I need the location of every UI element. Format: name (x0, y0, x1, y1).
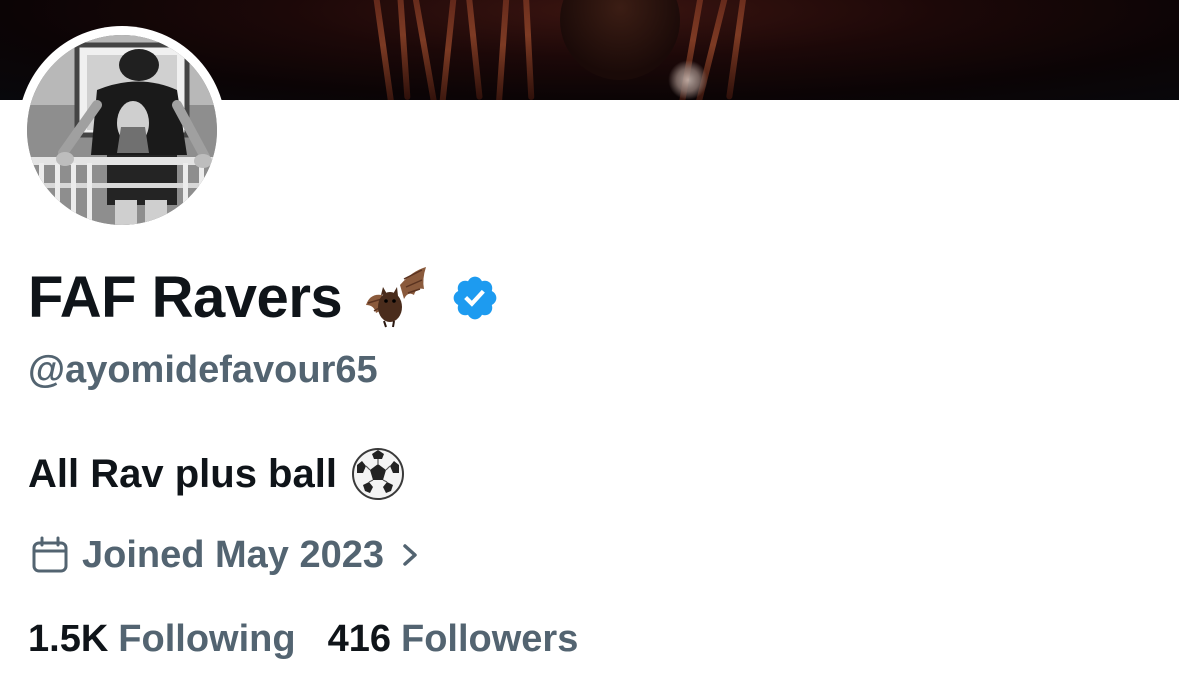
join-date[interactable]: Joined May 2023 (30, 530, 422, 580)
followers-link[interactable]: 416 Followers (328, 620, 579, 658)
chevron-right-icon[interactable] (398, 537, 422, 573)
follow-stats: 1.5K Following 416 Followers (28, 614, 578, 664)
display-name: FAF Ravers (28, 265, 343, 330)
bio: All Rav plus ball (28, 446, 405, 502)
following-label: Following (118, 618, 296, 660)
join-date-label: Joined May 2023 (82, 534, 385, 576)
verified-badge-icon[interactable] (450, 273, 500, 323)
profile-page: FAF Ravers @ayomidefavour65 All Rav plus… (0, 0, 1179, 674)
following-link[interactable]: 1.5K Following (28, 620, 296, 658)
soccer-ball-icon (351, 447, 405, 501)
avatar[interactable] (18, 26, 226, 234)
followers-label: Followers (400, 618, 579, 660)
calendar-icon (30, 535, 70, 575)
following-count: 1.5K (28, 618, 109, 660)
followers-count: 416 (327, 618, 391, 660)
avatar-image (27, 35, 217, 225)
bat-icon (364, 265, 430, 331)
user-handle: @ayomidefavour65 (28, 349, 378, 391)
bio-text: All Rav plus ball (28, 452, 337, 496)
display-name-row: FAF Ravers (28, 262, 500, 334)
